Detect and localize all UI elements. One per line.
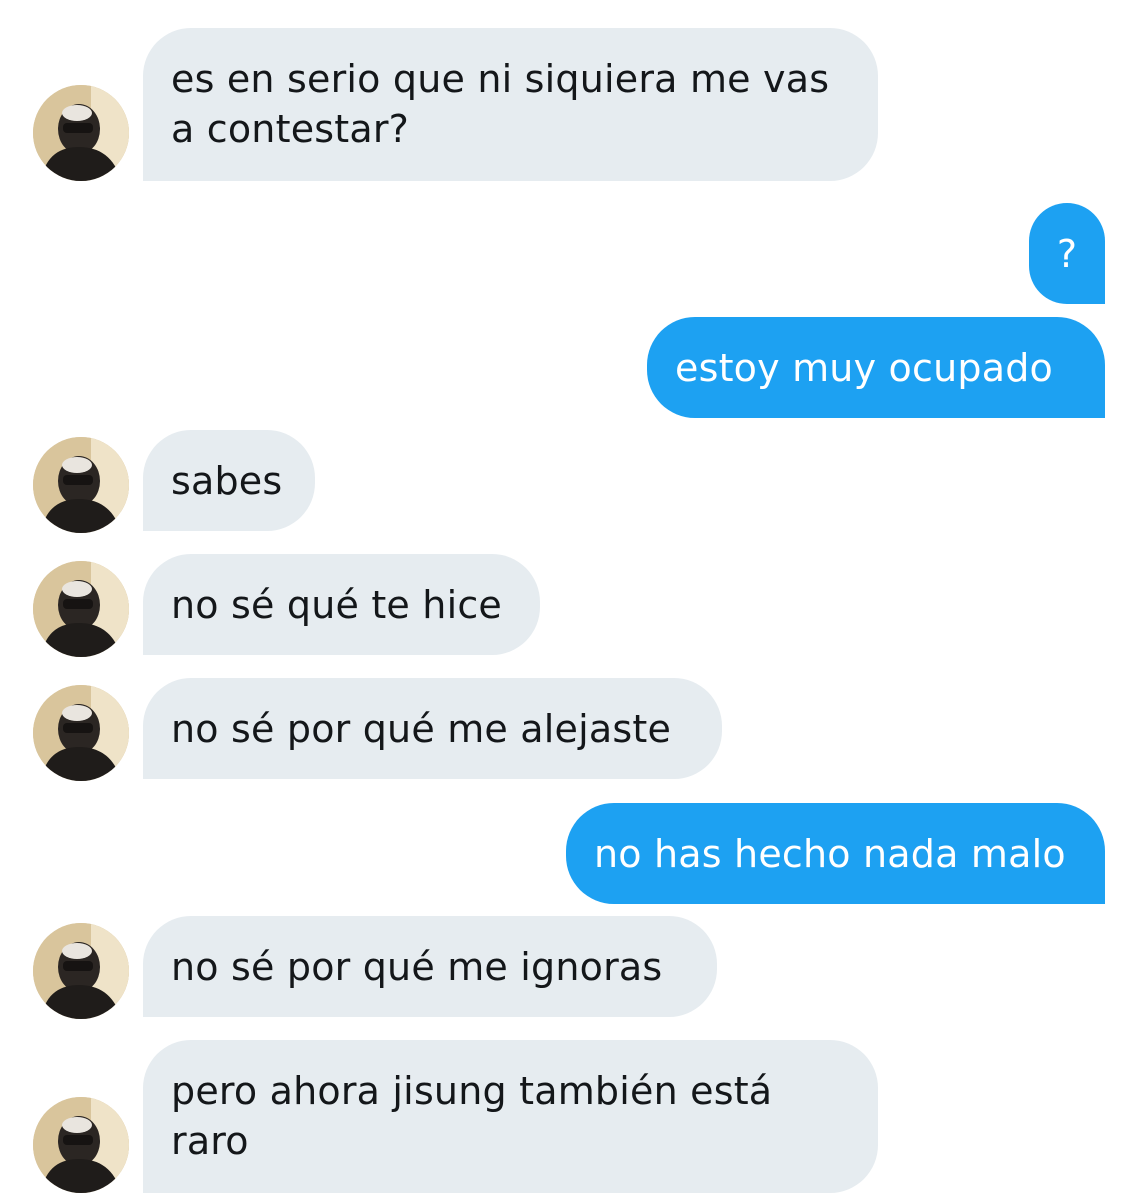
profile-photo-icon <box>33 85 129 181</box>
profile-photo-icon <box>33 923 129 1019</box>
message-text-line: raro <box>171 1119 249 1163</box>
avatar[interactable] <box>33 85 129 181</box>
message-bubble[interactable]: estoy muy ocupado <box>647 317 1105 418</box>
message-bubble[interactable]: no has hecho nada malo <box>566 803 1105 904</box>
message-text-line: es en serio que ni siquiera me vas <box>171 57 830 101</box>
message-bubble[interactable]: es en serio que ni siquiera me vas a con… <box>143 28 878 181</box>
message-text-line: ? <box>1056 232 1078 276</box>
message-bubble[interactable]: sabes <box>143 430 315 531</box>
message-bubble[interactable]: no sé qué te hice <box>143 554 540 655</box>
avatar[interactable] <box>33 923 129 1019</box>
profile-photo-icon <box>33 1097 129 1193</box>
message-text-line: sabes <box>171 459 283 503</box>
message-bubble[interactable]: ? <box>1029 203 1105 304</box>
avatar[interactable] <box>33 561 129 657</box>
message-text-line: no sé por qué me ignoras <box>171 945 663 989</box>
message-text-line: no sé por qué me alejaste <box>171 707 672 751</box>
avatar[interactable] <box>33 1097 129 1193</box>
message-bubble[interactable]: pero ahora jisung también está raro <box>143 1040 878 1193</box>
profile-photo-icon <box>33 437 129 533</box>
message-text-line: pero ahora jisung también está <box>171 1069 773 1113</box>
message-text-line: estoy muy ocupado <box>675 346 1053 390</box>
message-thread: es en serio que ni siquiera me vas a con… <box>0 0 1137 1200</box>
message-text-line: a contestar? <box>171 107 410 151</box>
message-text-line: no sé qué te hice <box>171 583 503 627</box>
avatar[interactable] <box>33 437 129 533</box>
message-bubble[interactable]: no sé por qué me alejaste <box>143 678 722 779</box>
profile-photo-icon <box>33 561 129 657</box>
profile-photo-icon <box>33 685 129 781</box>
message-text-line: no has hecho nada malo <box>594 832 1066 876</box>
avatar[interactable] <box>33 685 129 781</box>
message-bubble[interactable]: no sé por qué me ignoras <box>143 916 717 1017</box>
